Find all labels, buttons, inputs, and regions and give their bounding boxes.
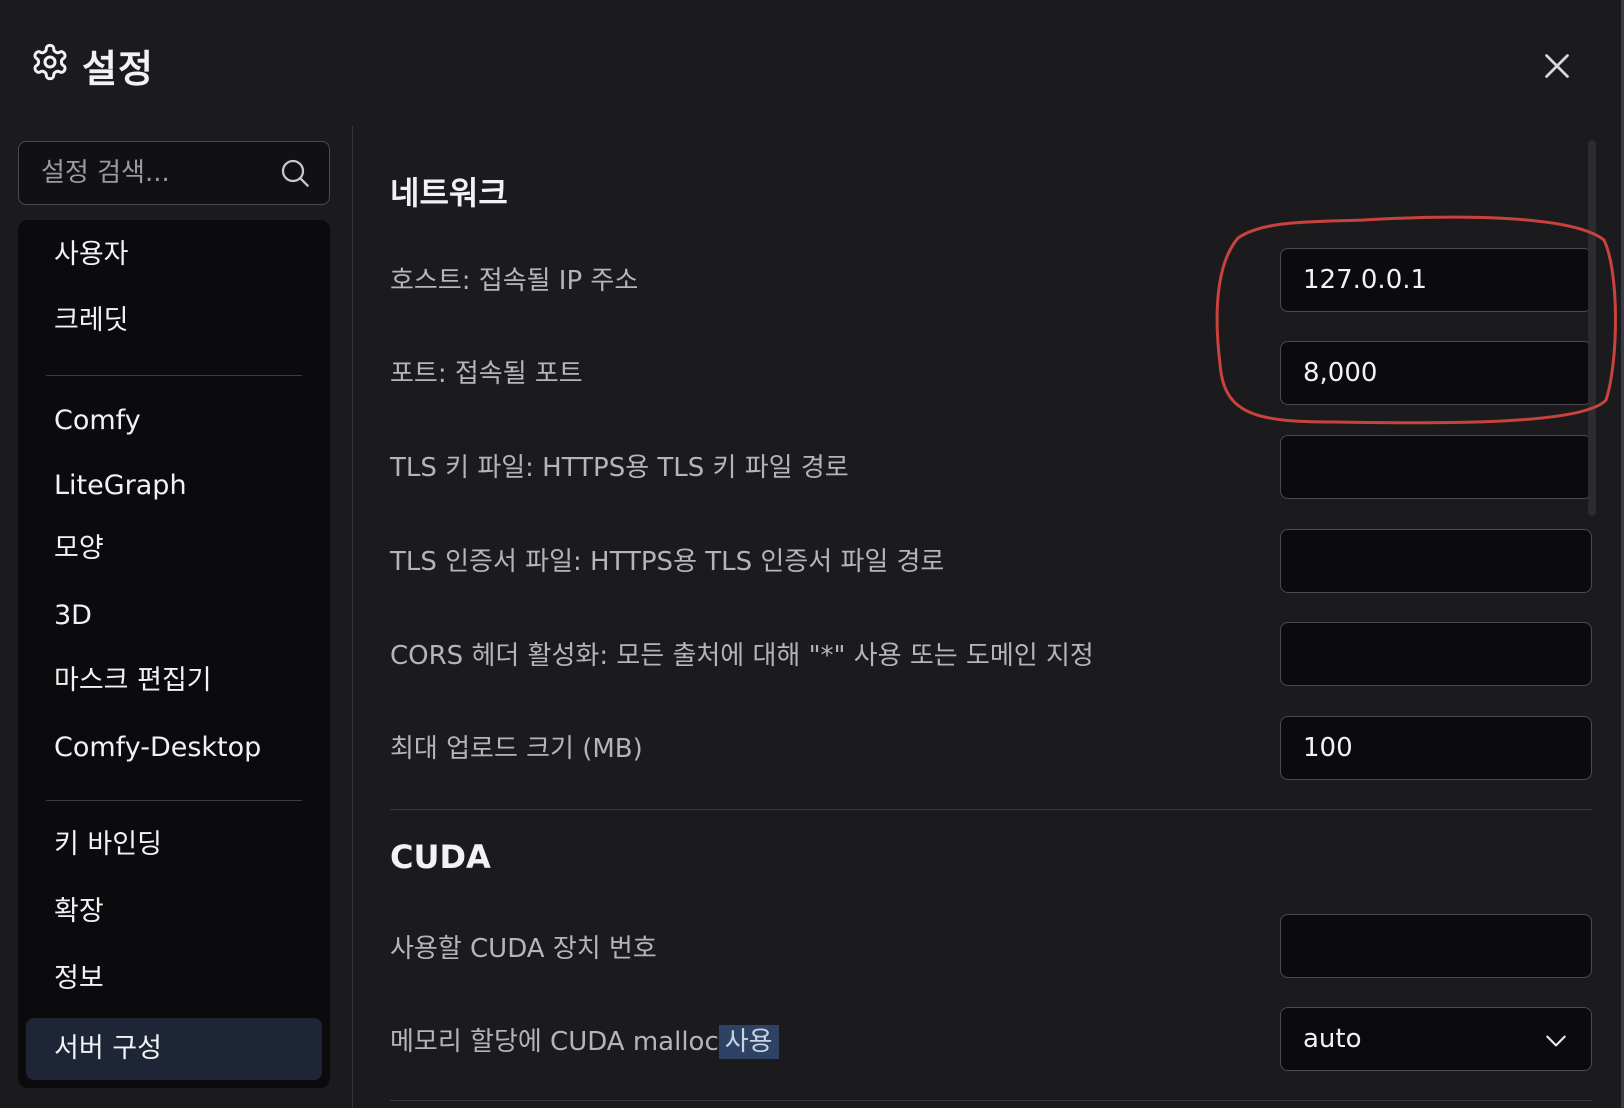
setting-label-host: 호스트: 접속될 IP 주소: [390, 266, 639, 296]
selected-text-highlight: 사용: [718, 1025, 779, 1059]
sidebar-item-user[interactable]: 사용자: [26, 224, 322, 286]
search-icon[interactable]: [279, 157, 311, 189]
section-divider: [390, 809, 1592, 810]
cuda-device-input[interactable]: [1280, 914, 1592, 978]
gear-icon: [33, 43, 67, 81]
sidebar-item-keybinding[interactable]: 키 바인딩: [26, 814, 322, 876]
settings-dialog: 설정 사용자 크레딧 Comfy LiteGraph 모양 3D 마스크 편집기…: [0, 0, 1624, 1108]
sidebar-divider: [46, 375, 302, 376]
sidebar-item-server-config[interactable]: 서버 구성: [26, 1018, 322, 1080]
select-value: auto: [1303, 1024, 1362, 1054]
sidebar-item-comfy-desktop[interactable]: Comfy-Desktop: [26, 717, 322, 779]
setting-label-tls-cert: TLS 인증서 파일: HTTPS용 TLS 인증서 파일 경로: [390, 547, 945, 577]
dialog-header: 설정: [0, 0, 1621, 120]
cuda-malloc-select[interactable]: auto: [1280, 1007, 1592, 1071]
panel-divider: [352, 126, 353, 1108]
dialog-title: 설정: [82, 47, 154, 91]
sidebar-item-appearance[interactable]: 모양: [26, 518, 322, 580]
setting-label-max-upload: 최대 업로드 크기 (MB): [390, 734, 643, 764]
sidebar-item-mask-editor[interactable]: 마스크 편집기: [26, 650, 322, 712]
sidebar-item-credits[interactable]: 크레딧: [26, 290, 322, 352]
sidebar-item-about[interactable]: 정보: [26, 948, 322, 1010]
setting-label-cuda-malloc: 메모리 할당에 CUDA malloc 사용: [390, 1021, 779, 1059]
cors-input[interactable]: [1280, 622, 1592, 686]
sidebar-item-litegraph[interactable]: LiteGraph: [26, 455, 322, 517]
setting-label-port: 포트: 접속될 포트: [390, 359, 583, 389]
chevron-down-icon: [1546, 1035, 1566, 1047]
section-title-network: 네트워크: [390, 174, 508, 212]
sidebar-item-comfy[interactable]: Comfy: [26, 390, 322, 452]
section-title-cuda: CUDA: [390, 838, 491, 876]
setting-label-tls-key: TLS 키 파일: HTTPS용 TLS 키 파일 경로: [390, 453, 849, 483]
settings-sidebar: 사용자 크레딧 Comfy LiteGraph 모양 3D 마스크 편집기 Co…: [18, 220, 330, 1088]
settings-search[interactable]: [18, 141, 330, 205]
section-divider: [390, 1100, 1592, 1101]
close-icon[interactable]: [1539, 48, 1575, 84]
sidebar-item-extensions[interactable]: 확장: [26, 881, 322, 943]
tls-cert-input[interactable]: [1280, 529, 1592, 593]
max-upload-input[interactable]: [1280, 716, 1592, 780]
sidebar-item-3d[interactable]: 3D: [26, 585, 322, 647]
label-text: 메모리 할당에 CUDA malloc: [390, 1027, 719, 1057]
setting-label-cors: CORS 헤더 활성화: 모든 출처에 대해 "*" 사용 또는 도메인 지정: [390, 641, 1094, 671]
sidebar-divider: [46, 800, 302, 801]
annotation-ellipse: [1215, 215, 1617, 425]
tls-key-input[interactable]: [1280, 435, 1592, 499]
search-input[interactable]: [39, 142, 283, 204]
setting-label-cuda-device: 사용할 CUDA 장치 번호: [390, 934, 657, 964]
